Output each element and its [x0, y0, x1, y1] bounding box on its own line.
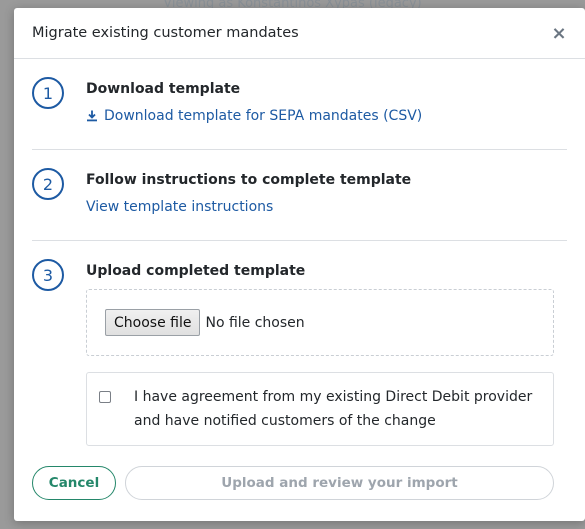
modal-title: Migrate existing customer mandates	[32, 25, 299, 41]
agreement-checkbox[interactable]	[99, 391, 111, 403]
close-icon[interactable]: ×	[549, 23, 569, 44]
upload-review-button[interactable]: Upload and review your import	[125, 466, 554, 500]
download-template-link[interactable]: Download template for SEPA mandates (CSV…	[86, 108, 422, 124]
view-instructions-link[interactable]: View template instructions	[86, 199, 273, 215]
step-upload: 3 Upload completed template Choose file …	[32, 241, 567, 446]
step-number-badge: 2	[32, 168, 64, 200]
step-title: Follow instructions to complete template	[86, 172, 412, 188]
step-instructions: 2 Follow instructions to complete templa…	[32, 150, 567, 241]
step-title: Upload completed template	[86, 263, 306, 279]
download-template-link-label: Download template for SEPA mandates (CSV…	[104, 108, 423, 124]
modal-footer: Cancel Upload and review your import	[32, 466, 554, 500]
file-upload-dropzone[interactable]: Choose file No file chosen	[86, 289, 554, 356]
step-number-badge: 3	[32, 259, 64, 291]
download-icon	[87, 110, 97, 122]
step-download: 1 Download template Download template fo…	[32, 59, 567, 150]
step-content: Download template Download template for …	[86, 77, 567, 149]
step-content: Upload completed template Choose file No…	[86, 259, 567, 446]
file-status-label: No file chosen	[205, 314, 305, 331]
migrate-mandates-modal: Migrate existing customer mandates × 1 D…	[14, 8, 585, 521]
modal-body: 1 Download template Download template fo…	[14, 59, 585, 446]
step-title: Download template	[86, 81, 241, 97]
cancel-button[interactable]: Cancel	[32, 466, 116, 500]
step-number-badge: 1	[32, 77, 64, 109]
step-content: Follow instructions to complete template…	[86, 168, 567, 240]
choose-file-button[interactable]: Choose file	[105, 309, 201, 336]
agreement-box: I have agreement from my existing Direct…	[86, 372, 554, 446]
agreement-text: I have agreement from my existing Direct…	[134, 389, 533, 429]
modal-header: Migrate existing customer mandates ×	[14, 8, 585, 59]
